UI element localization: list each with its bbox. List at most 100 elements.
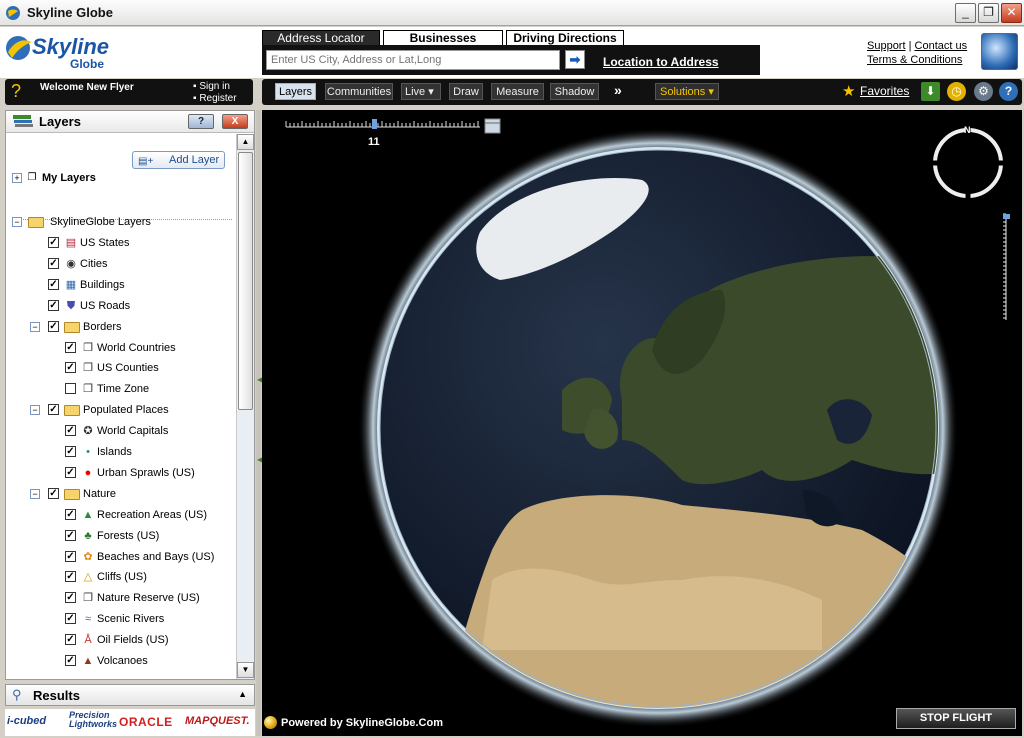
calendar-icon[interactable] [484, 118, 501, 134]
help-icon[interactable]: ? [999, 82, 1018, 101]
scroll-down-icon[interactable]: ▼ [237, 662, 254, 678]
layer-checkbox[interactable]: ✓ [48, 257, 59, 269]
compass-ring[interactable]: N [931, 125, 1005, 200]
layer-row[interactable]: − ✓ Nature [6, 485, 234, 503]
layer-checkbox[interactable]: ✓ [48, 487, 59, 499]
download-icon[interactable]: ⬇ [921, 82, 940, 101]
favorites-link[interactable]: Favorites [860, 84, 909, 98]
address-input[interactable] [266, 50, 560, 70]
collapse-icon[interactable]: − [12, 217, 22, 227]
measure-button[interactable]: Measure [491, 83, 544, 100]
sponsor-mapquest-logo[interactable]: MAPQUEST. [185, 715, 250, 727]
powered-by-text[interactable]: Powered by SkylineGlobe.Com [281, 717, 443, 729]
layer-row[interactable]: ✓ ❐ World Countries [6, 339, 234, 357]
layers-help-button[interactable]: ? [188, 114, 214, 129]
minimize-button[interactable]: _ [955, 3, 976, 23]
skylineglobe-layers-node[interactable]: − SkylineGlobe Layers [12, 213, 232, 231]
layer-checkbox[interactable]: ✓ [48, 404, 59, 416]
layer-checkbox[interactable]: ✓ [65, 425, 76, 437]
layer-row[interactable]: ✓ ❐ US Counties [6, 359, 234, 377]
layer-row[interactable]: ✓ • Islands [6, 443, 234, 461]
results-panel-header[interactable]: ⚲ Results ▲ [5, 684, 255, 706]
layer-row[interactable]: ✓ ≈ Scenic Rivers [6, 610, 234, 628]
communities-button[interactable]: Communities [325, 83, 393, 100]
layer-row[interactable]: ✓ ♣ Forests (US) [6, 527, 234, 545]
layer-row[interactable]: ✓ △ Cliffs (US) [6, 568, 234, 586]
more-tools-button[interactable]: » [614, 82, 622, 98]
layer-checkbox[interactable]: ✓ [65, 550, 76, 562]
live-dropdown[interactable]: Live ▾ [401, 83, 441, 100]
tilt-slider[interactable] [1003, 213, 1010, 320]
layer-checkbox[interactable]: ✓ [65, 613, 76, 625]
layer-checkbox[interactable] [65, 383, 76, 395]
globe-view-icon[interactable] [981, 33, 1018, 70]
globe-map-view[interactable]: N 11 Powered by SkylineGlobe.Com STOP FL… [262, 110, 1022, 736]
tab-driving-directions[interactable]: Driving Directions [506, 30, 624, 46]
layers-close-button[interactable]: X [222, 114, 248, 129]
expand-icon[interactable]: + [12, 173, 22, 183]
solutions-dropdown[interactable]: Solutions ▾ [655, 83, 719, 100]
sponsor-oracle-logo[interactable]: ORACLE [119, 715, 173, 729]
layer-checkbox[interactable]: ✓ [65, 362, 76, 374]
layer-row[interactable]: ✓ ✿ Beaches and Bays (US) [6, 548, 234, 566]
support-link[interactable]: Support [867, 40, 906, 52]
globe-canvas[interactable]: N [262, 110, 1022, 736]
collapse-icon[interactable]: − [30, 488, 40, 499]
layer-row[interactable]: ✓ ● Urban Sprawls (US) [6, 464, 234, 482]
layer-checkbox[interactable]: ✓ [65, 655, 76, 666]
restore-button[interactable]: ❐ [978, 3, 999, 23]
layer-row[interactable]: ✓ ▦ Buildings [6, 276, 234, 294]
layers-scrollbar[interactable]: ▲ ▼ [236, 134, 254, 679]
zoom-slider[interactable] [285, 118, 501, 134]
tab-businesses[interactable]: Businesses [383, 30, 503, 46]
scroll-thumb[interactable] [238, 152, 253, 410]
tools-icon[interactable]: ⚙ [974, 82, 993, 101]
sponsor-icubed-logo[interactable]: i-cubed [7, 715, 46, 727]
layer-checkbox[interactable]: ✓ [65, 446, 76, 457]
layer-row[interactable]: ✓ ✪ World Capitals [6, 422, 234, 440]
collapse-icon[interactable]: − [30, 405, 40, 416]
collapse-icon[interactable]: − [30, 321, 40, 332]
tilt-slider-handle[interactable] [1003, 214, 1010, 219]
layer-checkbox[interactable]: ✓ [65, 529, 76, 541]
add-layer-button[interactable]: ▤+ Add Layer [132, 151, 225, 169]
layer-checkbox[interactable]: ✓ [65, 466, 76, 478]
clock-icon[interactable]: ◷ [947, 82, 966, 101]
contact-us-link[interactable]: Contact us [915, 40, 968, 52]
location-to-address-link[interactable]: Location to Address [603, 55, 719, 69]
sign-in-link[interactable]: ▪ Sign in [193, 81, 237, 93]
tab-address-locator[interactable]: Address Locator [262, 30, 380, 46]
register-link[interactable]: ▪ Register [193, 93, 237, 105]
layer-row[interactable]: − ✓ Borders [6, 318, 234, 336]
layer-checkbox[interactable]: ✓ [65, 592, 76, 604]
skyline-logo[interactable]: Skyline Globe [4, 30, 124, 74]
layer-checkbox[interactable]: ✓ [65, 634, 76, 646]
layer-checkbox[interactable]: ✓ [48, 237, 59, 248]
shadow-button[interactable]: Shadow [550, 83, 599, 100]
expand-up-icon[interactable]: ▲ [238, 689, 247, 699]
layer-checkbox[interactable]: ✓ [65, 571, 76, 583]
panel-splitter[interactable] [256, 110, 261, 736]
layer-checkbox[interactable]: ✓ [65, 341, 76, 353]
terms-link[interactable]: Terms & Conditions [867, 54, 962, 66]
layer-row[interactable]: − ✓ Populated Places [6, 401, 234, 419]
layer-row[interactable]: ✓ ▤ US States [6, 234, 234, 252]
stop-flight-button[interactable]: STOP FLIGHT [896, 708, 1016, 729]
layer-checkbox[interactable]: ✓ [48, 299, 59, 311]
layer-row[interactable]: ✓ ▲ Recreation Areas (US) [6, 506, 234, 524]
layer-row[interactable]: ✓ ⛊ US Roads [6, 297, 234, 315]
layer-row[interactable]: ✓ ◉ Cities [6, 255, 234, 273]
zoom-slider-handle[interactable] [372, 119, 377, 129]
go-arrow-button[interactable]: ➡ [565, 50, 585, 69]
layer-row[interactable]: ✓ ▲ Volcanoes [6, 652, 234, 670]
my-layers-node[interactable]: + ❐ My Layers [12, 169, 212, 187]
draw-button[interactable]: Draw [449, 83, 483, 100]
layer-checkbox[interactable]: ✓ [65, 508, 76, 520]
layer-row[interactable]: ❐ Time Zone [6, 380, 234, 398]
layer-checkbox[interactable]: ✓ [48, 320, 59, 332]
sponsor-precision-logo[interactable]: Precision Lightworks [69, 711, 117, 729]
scroll-up-icon[interactable]: ▲ [237, 134, 254, 150]
layer-checkbox[interactable]: ✓ [48, 278, 59, 290]
layer-row[interactable]: ✓ ❐ Nature Reserve (US) [6, 589, 234, 607]
close-window-button[interactable]: ✕ [1001, 3, 1022, 23]
